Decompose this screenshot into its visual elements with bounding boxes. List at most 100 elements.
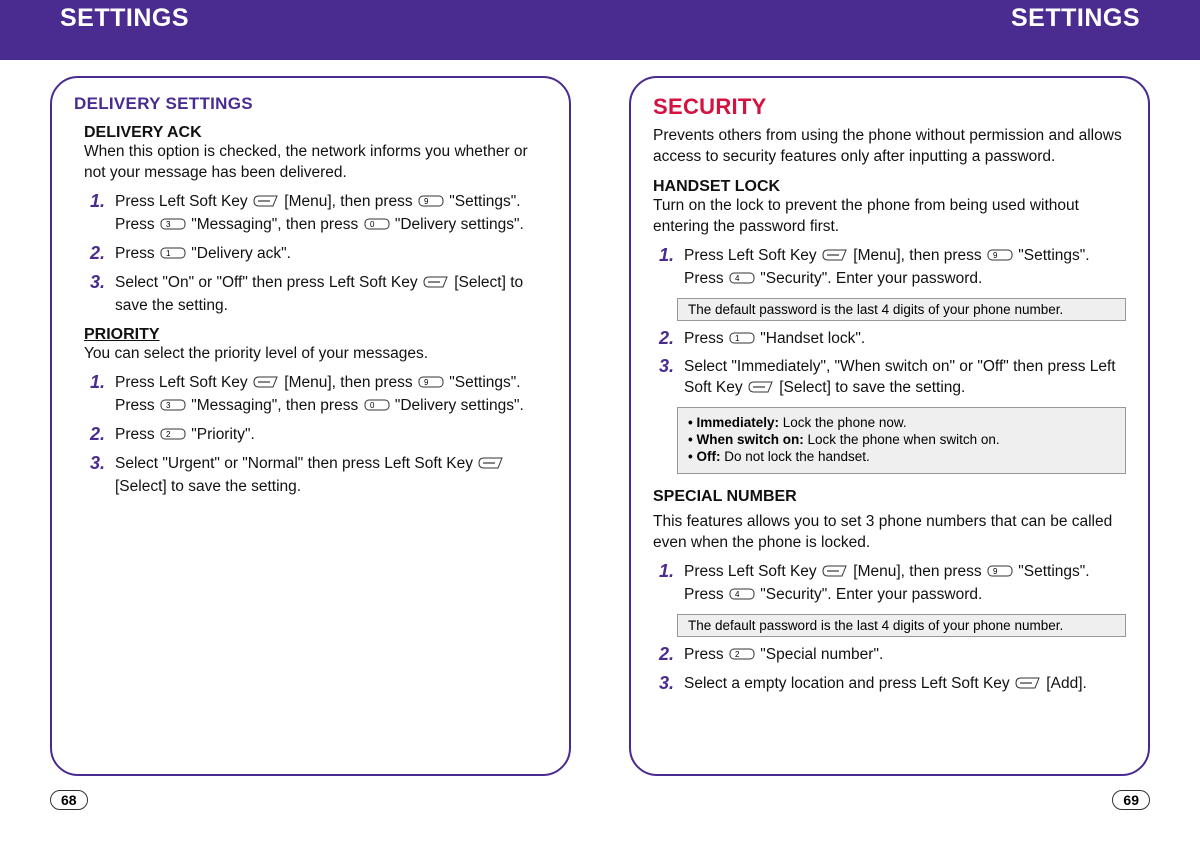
text: [Menu], then press [280,193,417,210]
key-9-icon: 9 [418,194,444,215]
left-softkey-icon [1015,676,1041,697]
key-3-icon: 3 [160,398,186,419]
text: "Security". Enter your password. [756,270,982,287]
step-num: 1. [90,192,106,238]
text: Press [684,646,728,663]
page-numbers: 68 69 [0,786,1200,820]
page-num-right: 69 [1112,790,1150,810]
step-ack-1: 1. Press Left Soft Key [Menu], then pres… [90,192,547,238]
text: [Select] to save the setting. [115,478,301,495]
text: "Security". Enter your password. [756,586,982,603]
key-4-icon: 4 [729,271,755,292]
left-softkey-icon [253,375,279,396]
step-prio-1: 1. Press Left Soft Key [Menu], then pres… [90,373,547,419]
lead-security: Prevents others from using the phone wit… [653,126,1126,168]
left-softkey-icon [748,380,774,401]
step-special-1: 1. Press Left Soft Key [Menu], then pres… [659,562,1126,608]
svg-text:0: 0 [370,220,375,229]
text: Press [684,330,728,347]
text: Press [115,426,159,443]
text: [Menu], then press [849,247,986,264]
step-num: 1. [90,373,106,419]
step-special-3: 3. Select a empty location and press Lef… [659,674,1126,697]
header-bar: SETTINGS SETTINGS [0,0,1200,60]
text: "Delivery settings". [391,397,524,414]
text: Select "On" or "Off" then press Left Sof… [115,274,422,291]
opt-text: Lock the phone now. [779,415,907,430]
svg-text:9: 9 [993,567,998,576]
text: "Messaging", then press [187,216,363,233]
desc-delivery-ack: When this option is checked, the network… [84,142,547,184]
svg-text:9: 9 [424,378,429,387]
key-4-icon: 4 [729,587,755,608]
subhead-priority: PRIORITY [84,326,547,344]
step-prio-2: 2. Press 2 "Priority". [90,425,547,448]
step-lock-2: 2. Press 1 "Handset lock". [659,329,1126,352]
opt-label: • Immediately: [688,415,779,430]
svg-text:1: 1 [166,249,171,258]
text: "Delivery ack". [187,245,291,262]
step-num: 1. [659,246,675,292]
svg-text:3: 3 [166,220,171,229]
svg-text:9: 9 [993,251,998,260]
opt-label: • When switch on: [688,432,804,447]
left-softkey-icon [478,456,504,477]
text: "Special number". [756,646,883,663]
step-num: 3. [90,273,106,317]
note-lock-options: • Immediately: Lock the phone now. • Whe… [677,407,1126,474]
subhead-delivery-ack: DELIVERY ACK [84,124,547,142]
opt-text: Lock the phone when switch on. [804,432,1000,447]
left-softkey-icon [822,564,848,585]
text: Press Left Soft Key [115,374,252,391]
desc-priority: You can select the priority level of you… [84,344,547,365]
step-num: 3. [90,454,106,498]
step-num: 2. [659,645,675,668]
text: Press [115,245,159,262]
text: Select a empty location and press Left S… [684,675,1014,692]
page-left: DELIVERY SETTINGS DELIVERY ACK When this… [50,76,571,776]
step-num: 1. [659,562,675,608]
svg-text:2: 2 [735,650,740,659]
step-ack-3: 3. Select "On" or "Off" then press Left … [90,273,547,317]
text: Select "Urgent" or "Normal" then press L… [115,455,477,472]
opt-text: Do not lock the handset. [720,449,869,464]
desc-special-number: This features allows you to set 3 phone … [653,512,1126,554]
note-default-password-2: The default password is the last 4 digit… [677,614,1126,637]
title-delivery-settings: DELIVERY SETTINGS [74,94,547,114]
subhead-special-number: SPECIAL NUMBER [653,488,1126,506]
text: Press Left Soft Key [115,193,252,210]
text: [Menu], then press [849,563,986,580]
text: [Menu], then press [280,374,417,391]
key-1-icon: 1 [729,331,755,352]
title-security: SECURITY [653,94,1126,120]
text: Press Left Soft Key [684,247,821,264]
svg-text:4: 4 [735,590,740,599]
note-default-password-1: The default password is the last 4 digit… [677,298,1126,321]
left-softkey-icon [423,275,449,296]
step-lock-3: 3. Select "Immediately", "When switch on… [659,357,1126,401]
step-ack-2: 2. Press 1 "Delivery ack". [90,244,547,267]
key-2-icon: 2 [160,427,186,448]
text: "Delivery settings". [391,216,524,233]
desc-handset-lock: Turn on the lock to prevent the phone fr… [653,196,1126,238]
header-left: SETTINGS [60,4,189,33]
text: [Add]. [1042,675,1087,692]
opt-label: • Off: [688,449,720,464]
key-0-icon: 0 [364,217,390,238]
svg-text:3: 3 [166,401,171,410]
left-softkey-icon [253,194,279,215]
step-num: 2. [90,425,106,448]
panel-security: SECURITY Prevents others from using the … [629,76,1150,776]
text: "Handset lock". [756,330,865,347]
svg-text:2: 2 [166,430,171,439]
svg-text:1: 1 [735,334,740,343]
svg-text:0: 0 [370,401,375,410]
text: Press Left Soft Key [684,563,821,580]
key-9-icon: 9 [418,375,444,396]
key-2-icon: 2 [729,647,755,668]
header-right: SETTINGS [1011,4,1140,33]
svg-text:4: 4 [735,274,740,283]
key-9-icon: 9 [987,564,1013,585]
step-num: 2. [659,329,675,352]
page-num-left: 68 [50,790,88,810]
